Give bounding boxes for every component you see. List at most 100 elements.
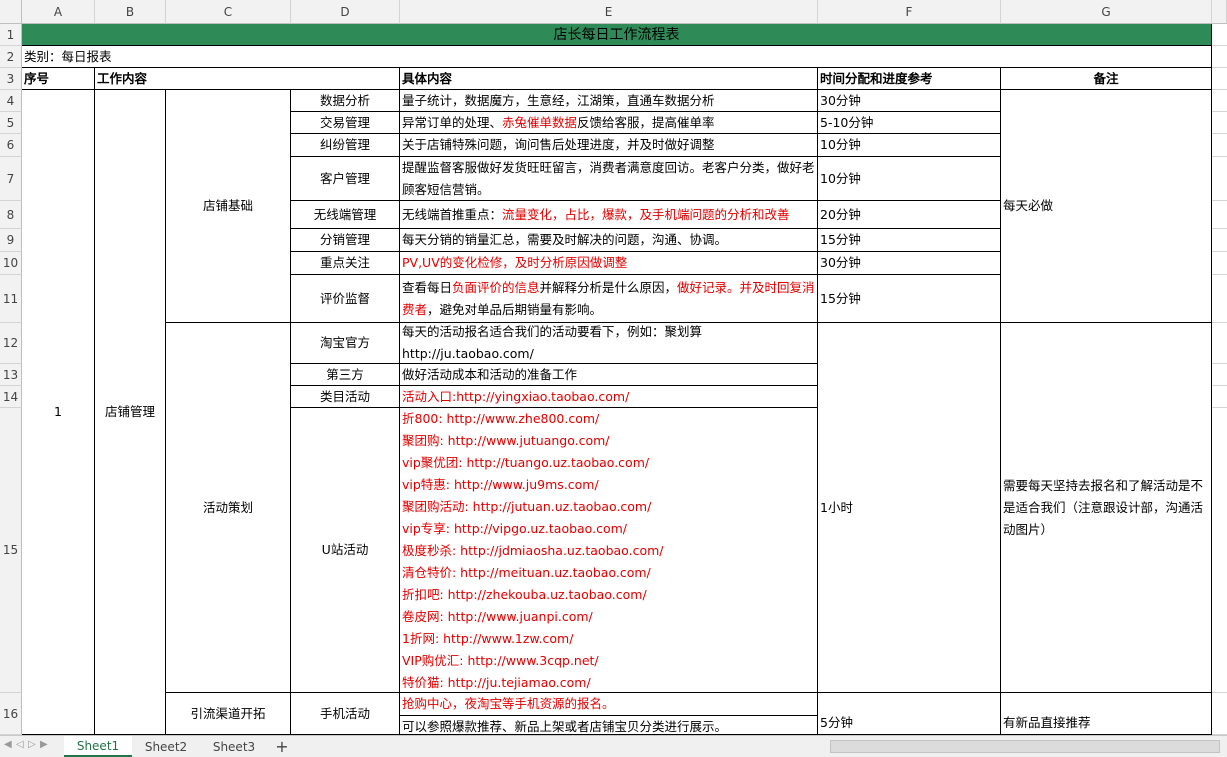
basic-item-time[interactable]: 15分钟	[818, 229, 1001, 252]
next-sheet-icon[interactable]: ▷	[28, 739, 36, 750]
ustation-link-item[interactable]: 特价猫: http://ju.tejiamao.com/	[402, 672, 663, 692]
row-header-11[interactable]: 11	[0, 275, 22, 323]
header-remark[interactable]: 备注	[1001, 68, 1212, 90]
basic-item-name[interactable]: 分销管理	[291, 229, 400, 252]
ustation-link-item[interactable]: vip专享: http://vipgo.uz.taobao.com/	[402, 518, 663, 540]
ustation-link-item[interactable]: 极度秒杀: http://jdmiaosha.uz.taobao.com/	[402, 540, 663, 562]
ustation-link-item[interactable]: vip聚优团: http://tuango.uz.taobao.com/	[402, 452, 663, 474]
header-time[interactable]: 时间分配和进度参考	[818, 68, 1001, 90]
basic-remark-cell[interactable]: 每天必做	[1001, 90, 1212, 323]
empty-cell[interactable]	[1212, 364, 1227, 386]
title-cell[interactable]: 店长每日工作流程表	[22, 24, 1212, 46]
empty-cell[interactable]	[1212, 24, 1227, 46]
traffic-detail[interactable]: 抢购中心，夜淘宝等手机资源的报名。 可以参照爆款推荐、新品上架或者店铺宝贝分类进行…	[400, 693, 818, 735]
tab-sheet1[interactable]: Sheet1	[64, 736, 132, 757]
activity-ustation-detail[interactable]: 折800: http://www.zhe800.com/聚团购: http://…	[400, 408, 818, 693]
activity-taobao-name[interactable]: 淘宝官方	[291, 323, 400, 364]
basic-item-time[interactable]: 10分钟	[818, 134, 1001, 157]
empty-cell[interactable]	[1212, 408, 1227, 693]
activity-taobao-detail[interactable]: 每天的活动报名适合我们的活动要看下，例如：聚划算 http://ju.taoba…	[400, 323, 818, 364]
row-header-4[interactable]: 4	[0, 90, 22, 112]
prev-sheet-icon[interactable]: ◁	[16, 739, 24, 750]
basic-item-name[interactable]: 交易管理	[291, 112, 400, 134]
ustation-link-item[interactable]: VIP购优汇: http://www.3cqp.net/	[402, 650, 663, 672]
column-header-C[interactable]: C	[166, 0, 291, 24]
traffic-time[interactable]: 5分钟	[818, 693, 1001, 735]
ustation-link-item[interactable]: 1折网: http://www.1zw.com/	[402, 628, 663, 650]
basic-item-name[interactable]: 评价监督	[291, 275, 400, 323]
empty-cell[interactable]	[1212, 90, 1227, 112]
row-header-3[interactable]: 3	[0, 68, 22, 90]
row-header-2[interactable]: 2	[0, 46, 22, 68]
header-seq[interactable]: 序号	[22, 68, 95, 90]
basic-item-name[interactable]: 重点关注	[291, 252, 400, 275]
row-header-7[interactable]: 7	[0, 157, 22, 201]
empty-cell[interactable]	[1212, 275, 1227, 323]
basic-item-time[interactable]: 20分钟	[818, 201, 1001, 229]
row-header-1[interactable]: 1	[0, 24, 22, 46]
activity-ustation-name[interactable]: U站活动	[291, 408, 400, 693]
column-header-F[interactable]: F	[818, 0, 1001, 24]
basic-item-name[interactable]: 无线端管理	[291, 201, 400, 229]
row-header-12[interactable]: 12	[0, 323, 22, 364]
row-header-10[interactable]: 10	[0, 252, 22, 275]
basic-item-time[interactable]: 5-10分钟	[818, 112, 1001, 134]
empty-cell[interactable]	[1212, 46, 1227, 68]
basic-item-time[interactable]: 15分钟	[818, 275, 1001, 323]
column-header-E[interactable]: E	[400, 0, 818, 24]
basic-item-name[interactable]: 纠纷管理	[291, 134, 400, 157]
column-header-extra[interactable]	[1212, 0, 1227, 24]
last-sheet-icon[interactable]: ▶	[40, 739, 48, 750]
basic-item-detail[interactable]: 异常订单的处理、赤兔催单数据反馈给客服，提高催单率	[400, 112, 818, 134]
basic-item-detail[interactable]: 提醒监督客服做好发货旺旺留言，消费者满意度回访。老客户分类，做好老顾客短信营销。	[400, 157, 818, 201]
tab-sheet3[interactable]: Sheet3	[200, 736, 268, 757]
add-sheet-button[interactable]: +	[270, 736, 294, 757]
activity-remark-cell[interactable]: 需要每天坚持去报名和了解活动是不是适合我们（注意跟设计部，沟通活动图片）	[1001, 323, 1212, 693]
basic-item-detail[interactable]: 查看每日负面评价的信息并解释分析是什么原因，做好记录。并及时回复消费者，避免对单…	[400, 275, 818, 323]
row-header-8[interactable]: 8	[0, 201, 22, 229]
group-basic-cell[interactable]: 店铺基础	[166, 90, 291, 323]
basic-item-detail[interactable]: PV,UV的变化检修，及时分析原因做调整	[400, 252, 818, 275]
activity-third-name[interactable]: 第三方	[291, 364, 400, 386]
empty-cell[interactable]	[1212, 252, 1227, 275]
basic-item-time[interactable]: 30分钟	[818, 252, 1001, 275]
empty-cell[interactable]	[1212, 201, 1227, 229]
column-header-B[interactable]: B	[95, 0, 166, 24]
traffic-name[interactable]: 手机活动	[291, 693, 400, 735]
row-header-6[interactable]: 6	[0, 134, 22, 157]
ustation-link-item[interactable]: 聚团购: http://www.jutuango.com/	[402, 430, 663, 452]
empty-cell[interactable]	[1212, 693, 1227, 735]
empty-cell[interactable]	[1212, 68, 1227, 90]
activity-third-detail[interactable]: 做好活动成本和活动的准备工作	[400, 364, 818, 386]
activity-category-detail[interactable]: 活动入口:http://yingxiao.taobao.com/	[400, 386, 818, 408]
basic-item-detail[interactable]: 无线端首推重点：流量变化，占比，爆款，及手机端问题的分析和改善	[400, 201, 818, 229]
seq-cell[interactable]: 1	[22, 90, 95, 735]
empty-cell[interactable]	[1212, 134, 1227, 157]
column-header-A[interactable]: A	[22, 0, 95, 24]
column-header-G[interactable]: G	[1001, 0, 1212, 24]
ustation-link-item[interactable]: 折800: http://www.zhe800.com/	[402, 408, 663, 430]
row-header-15[interactable]: 15	[0, 408, 22, 693]
empty-cell[interactable]	[1212, 386, 1227, 408]
section-main-cell[interactable]: 店铺管理	[95, 90, 166, 735]
empty-cell[interactable]	[1212, 157, 1227, 201]
tab-sheet2[interactable]: Sheet2	[132, 736, 200, 757]
ustation-link-item[interactable]: vip特惠: http://www.ju9ms.com/	[402, 474, 663, 496]
first-sheet-icon[interactable]: ◀	[4, 739, 12, 750]
group-activity-cell[interactable]: 活动策划	[166, 323, 291, 693]
category-cell[interactable]: 类别：每日报表	[22, 46, 1212, 68]
group-traffic-cell[interactable]: 引流渠道开拓	[166, 693, 291, 735]
empty-cell[interactable]	[1212, 229, 1227, 252]
basic-item-name[interactable]: 客户管理	[291, 157, 400, 201]
ustation-link-item[interactable]: 折扣吧: http://zhekouba.uz.taobao.com/	[402, 584, 663, 606]
basic-item-time[interactable]: 10分钟	[818, 157, 1001, 201]
empty-cell[interactable]	[1212, 112, 1227, 134]
header-detail[interactable]: 具体内容	[400, 68, 818, 90]
activity-time-cell[interactable]: 1小时	[818, 323, 1001, 693]
row-header-14[interactable]: 14	[0, 386, 22, 408]
select-all-corner[interactable]	[0, 0, 22, 24]
ustation-link-item[interactable]: 卷皮网: http://www.juanpi.com/	[402, 606, 663, 628]
row-header-5[interactable]: 5	[0, 112, 22, 134]
row-header-13[interactable]: 13	[0, 364, 22, 386]
row-header-9[interactable]: 9	[0, 229, 22, 252]
